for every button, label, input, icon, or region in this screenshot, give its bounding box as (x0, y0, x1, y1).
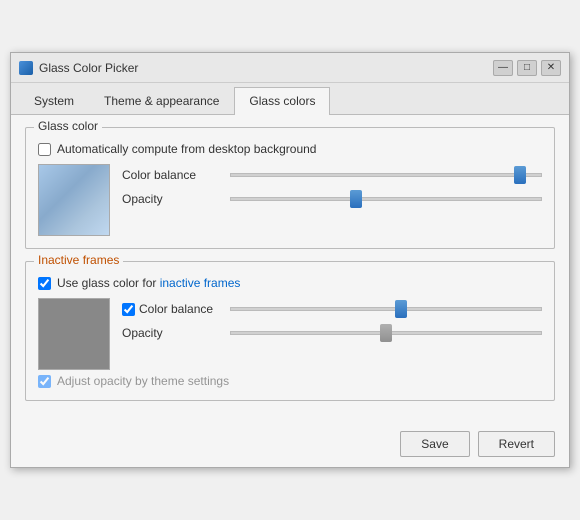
tab-system[interactable]: System (19, 87, 89, 114)
auto-compute-row: Automatically compute from desktop backg… (38, 142, 542, 156)
glass-color-preview (38, 164, 110, 236)
inactive-sliders: Color balance Opacity (122, 298, 542, 340)
auto-compute-checkbox[interactable] (38, 143, 51, 156)
maximize-button[interactable]: □ (517, 60, 537, 76)
inactive-opacity-slider[interactable] (230, 331, 542, 335)
glass-opacity-slider[interactable] (230, 197, 542, 201)
window-title: Glass Color Picker (39, 61, 138, 75)
inactive-color-balance-label: Color balance (139, 302, 213, 316)
glass-color-balance-slider[interactable] (230, 173, 542, 177)
content-area: Glass color Automatically compute from d… (11, 115, 569, 423)
tab-glass[interactable]: Glass colors (234, 87, 330, 115)
glass-color-balance-label: Color balance (122, 168, 196, 182)
glass-opacity-row: Opacity (122, 192, 542, 206)
inactive-opacity-row: Opacity (122, 326, 542, 340)
tab-bar: System Theme & appearance Glass colors (11, 83, 569, 115)
inactive-color-balance-checkbox[interactable] (122, 303, 135, 316)
tab-theme[interactable]: Theme & appearance (89, 87, 234, 114)
revert-button[interactable]: Revert (478, 431, 555, 457)
inactive-frames-group: Inactive frames Use glass color for inac… (25, 261, 555, 401)
use-glass-checkbox[interactable] (38, 277, 51, 290)
footer: Save Revert (11, 423, 569, 467)
title-bar-controls: — □ ✕ (493, 60, 561, 76)
inactive-color-balance-slider[interactable] (230, 307, 542, 311)
glass-color-group: Glass color Automatically compute from d… (25, 127, 555, 249)
use-glass-label: Use glass color for inactive frames (57, 276, 240, 290)
inactive-frames-title: Inactive frames (34, 253, 123, 267)
inactive-color-preview (38, 298, 110, 370)
glass-color-section: Color balance Opacity (38, 164, 542, 236)
glass-opacity-label: Opacity (122, 192, 163, 206)
main-window: Glass Color Picker — □ ✕ System Theme & … (10, 52, 570, 468)
glass-color-balance-row: Color balance (122, 168, 542, 182)
auto-compute-label: Automatically compute from desktop backg… (57, 142, 316, 156)
save-button[interactable]: Save (400, 431, 469, 457)
title-bar-left: Glass Color Picker (19, 61, 138, 75)
glass-sliders: Color balance Opacity (122, 164, 542, 206)
adjust-opacity-label: Adjust opacity by theme settings (57, 374, 229, 388)
inactive-color-balance-row: Color balance (122, 302, 542, 316)
inactive-opacity-label: Opacity (122, 326, 163, 340)
title-bar: Glass Color Picker — □ ✕ (11, 53, 569, 83)
inactive-color-section: Color balance Opacity (38, 298, 542, 370)
use-glass-row: Use glass color for inactive frames (38, 276, 542, 290)
close-button[interactable]: ✕ (541, 60, 561, 76)
glass-color-title: Glass color (34, 119, 102, 133)
minimize-button[interactable]: — (493, 60, 513, 76)
adjust-opacity-checkbox[interactable] (38, 375, 51, 388)
app-icon (19, 61, 33, 75)
